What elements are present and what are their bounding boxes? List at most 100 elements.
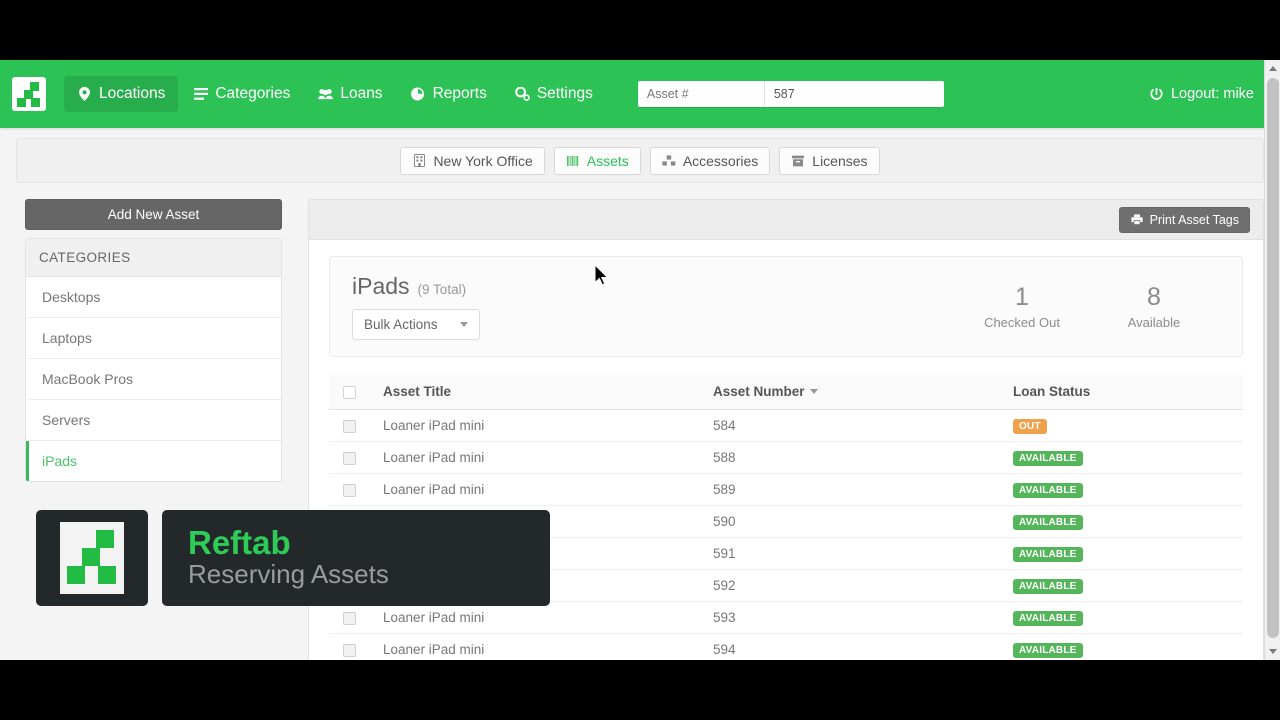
scroll-up-arrow-icon[interactable] xyxy=(1265,60,1280,77)
reftab-logo-icon[interactable] xyxy=(12,77,46,111)
column-header-asset-title[interactable]: Asset Title xyxy=(377,375,707,410)
asset-search-box: Asset # xyxy=(637,81,944,107)
print-asset-tags-button[interactable]: Print Asset Tags xyxy=(1118,206,1250,233)
secondary-nav-bar: New York Office Assets Accessories Licen… xyxy=(16,138,1264,183)
sidebar-item-label: Servers xyxy=(42,412,91,428)
reftab-logo-icon xyxy=(60,522,124,594)
status-badge: OUT xyxy=(1013,419,1047,434)
chevron-down-icon xyxy=(459,322,468,327)
building-icon xyxy=(412,154,426,168)
overlay-text-box: Reftab Reserving Assets xyxy=(162,510,550,606)
search-input[interactable] xyxy=(764,81,944,107)
stat-available: 8 Available xyxy=(1088,283,1220,330)
cell-asset-title: Loaner iPad mini xyxy=(377,601,707,634)
cell-asset-number: 590 xyxy=(707,505,1007,538)
stat-label: Checked Out xyxy=(984,314,1060,330)
sidebar-item-macbook-pros[interactable]: MacBook Pros xyxy=(26,359,281,400)
sidebar-item-ipads[interactable]: iPads xyxy=(26,441,281,481)
column-header-label: Asset Title xyxy=(383,384,452,399)
subnav-item-label: Assets xyxy=(586,152,629,169)
list-icon xyxy=(193,87,208,102)
subnav-item-accessories[interactable]: Accessories xyxy=(649,146,771,175)
printer-icon xyxy=(1130,213,1144,227)
sidebar-item-label: iPads xyxy=(42,453,78,469)
cell-asset-number: 588 xyxy=(707,441,1007,474)
cell-asset-title: Loaner iPad mini xyxy=(377,409,707,442)
row-checkbox[interactable] xyxy=(343,643,356,657)
map-pin-icon xyxy=(77,87,92,102)
stat-value: 1 xyxy=(1015,283,1029,312)
logout-button[interactable]: Logout: mike xyxy=(1149,86,1254,102)
cell-loan-status: AVAILABLE xyxy=(1007,569,1243,602)
select-all-checkbox[interactable] xyxy=(343,385,356,399)
top-navigation-bar: Locations Categories Loans Reports Setti… xyxy=(0,60,1280,128)
cell-loan-status: AVAILABLE xyxy=(1007,633,1243,660)
subnav-item-assets[interactable]: Assets xyxy=(553,146,641,175)
category-summary-left: iPads (9 Total) Bulk Actions xyxy=(352,273,956,340)
scrollbar-thumb[interactable] xyxy=(1267,78,1279,638)
nav-item-settings[interactable]: Settings xyxy=(502,76,606,112)
table-row[interactable]: Loaner iPad mini 584 OUT xyxy=(329,409,1243,442)
cell-asset-number: 589 xyxy=(707,473,1007,506)
cell-loan-status: OUT xyxy=(1007,409,1243,442)
status-badge: AVAILABLE xyxy=(1013,547,1083,562)
sidebar-item-laptops[interactable]: Laptops xyxy=(26,318,281,359)
stat-label: Available xyxy=(1127,314,1181,330)
scroll-down-arrow-icon[interactable] xyxy=(1265,643,1280,660)
primary-nav-items: Locations Categories Loans Reports Setti… xyxy=(64,76,606,112)
subnav-item-new-york-office[interactable]: New York Office xyxy=(400,146,545,175)
nav-item-label: Loans xyxy=(340,85,383,102)
status-badge: AVAILABLE xyxy=(1013,451,1083,466)
nav-item-reports[interactable]: Reports xyxy=(398,76,500,112)
nav-item-label: Reports xyxy=(432,85,487,102)
secondary-nav-wrapper: New York Office Assets Accessories Licen… xyxy=(0,128,1280,183)
status-badge: AVAILABLE xyxy=(1013,579,1083,594)
status-badge: AVAILABLE xyxy=(1013,643,1083,658)
page-scrollbar[interactable] xyxy=(1264,60,1280,660)
table-row[interactable]: Loaner iPad mini 593 AVAILABLE xyxy=(329,601,1243,634)
nav-item-categories[interactable]: Categories xyxy=(180,76,303,112)
sidebar-item-label: Laptops xyxy=(42,330,92,346)
table-row[interactable]: Loaner iPad mini 594 AVAILABLE xyxy=(329,633,1243,660)
column-header-loan-status[interactable]: Loan Status xyxy=(1007,375,1243,410)
row-select-cell xyxy=(329,601,377,634)
cell-asset-number: 591 xyxy=(707,537,1007,570)
cell-asset-title: Loaner iPad mini xyxy=(377,633,707,660)
nav-item-loans[interactable]: Loans xyxy=(305,76,395,112)
row-checkbox[interactable] xyxy=(343,483,356,497)
subnav-item-label: New York Office xyxy=(433,152,533,169)
bulk-actions-label: Bulk Actions xyxy=(364,317,438,332)
logout-label: Logout: mike xyxy=(1170,86,1254,102)
stat-checked-out: 1 Checked Out xyxy=(956,283,1088,330)
page-title: iPads xyxy=(352,273,410,299)
branding-overlay: Reftab Reserving Assets xyxy=(36,510,550,606)
sidebar-item-servers[interactable]: Servers xyxy=(26,400,281,441)
category-total-count: (9 Total) xyxy=(417,282,467,297)
table-row[interactable]: Loaner iPad mini 589 AVAILABLE xyxy=(329,473,1243,506)
pie-chart-icon xyxy=(411,87,426,102)
nav-item-locations[interactable]: Locations xyxy=(64,76,179,112)
column-header-label: Asset Number xyxy=(713,384,805,399)
archive-icon xyxy=(791,154,805,168)
row-checkbox[interactable] xyxy=(343,611,356,625)
subnav-item-licenses[interactable]: Licenses xyxy=(779,146,880,175)
bulk-actions-dropdown[interactable]: Bulk Actions xyxy=(352,309,480,340)
status-badge: AVAILABLE xyxy=(1013,515,1083,530)
print-asset-tags-label: Print Asset Tags xyxy=(1149,212,1239,227)
table-row[interactable]: Loaner iPad mini 588 AVAILABLE xyxy=(329,441,1243,474)
sort-control-asset-number[interactable]: Asset Number xyxy=(713,384,818,399)
column-header-asset-number[interactable]: Asset Number xyxy=(707,375,1007,410)
status-badge: AVAILABLE xyxy=(1013,483,1083,498)
cell-asset-number: 594 xyxy=(707,633,1007,660)
sidebar-item-desktops[interactable]: Desktops xyxy=(26,277,281,318)
add-new-asset-button[interactable]: Add New Asset xyxy=(25,199,282,230)
cubes-icon xyxy=(662,154,676,168)
cell-loan-status: AVAILABLE xyxy=(1007,537,1243,570)
row-checkbox[interactable] xyxy=(343,451,356,465)
row-checkbox[interactable] xyxy=(343,419,356,433)
category-summary: iPads (9 Total) Bulk Actions 1 Checked O… xyxy=(329,256,1243,357)
row-select-cell xyxy=(329,633,377,660)
cell-loan-status: AVAILABLE xyxy=(1007,505,1243,538)
overlay-logo-box xyxy=(36,510,148,606)
cell-asset-number: 592 xyxy=(707,569,1007,602)
